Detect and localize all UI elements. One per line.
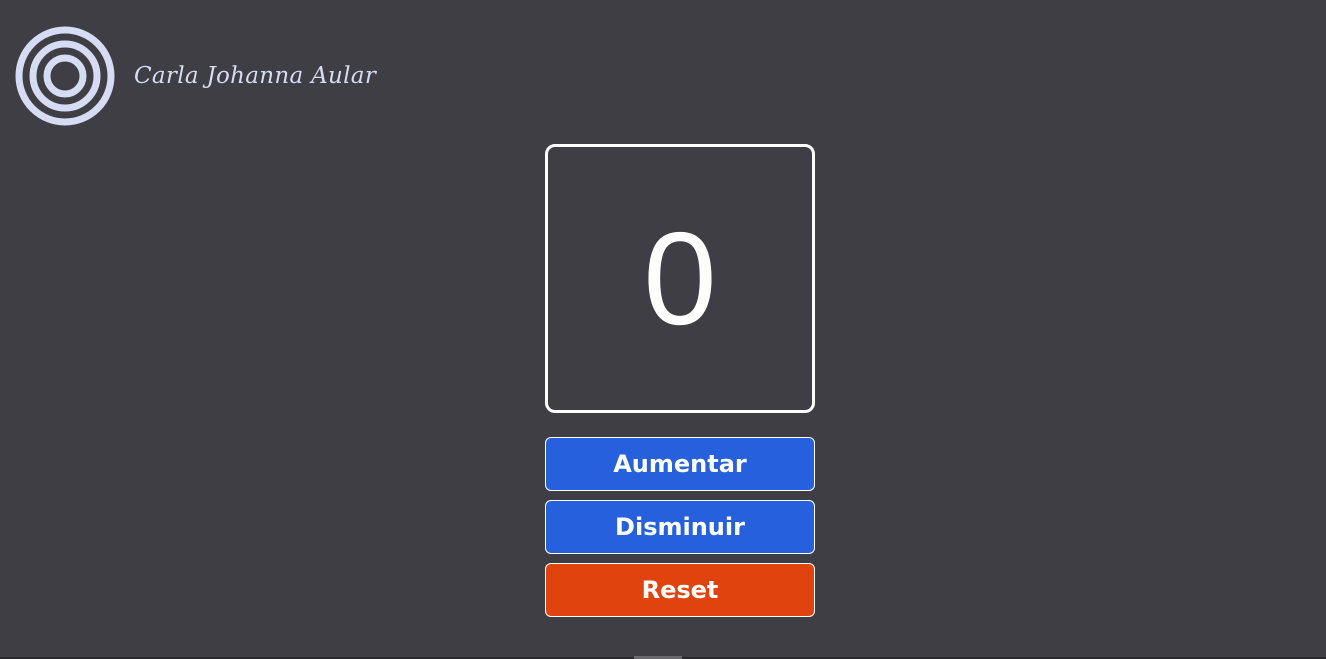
decrease-button[interactable]: Disminuir <box>545 500 815 554</box>
counter-display: 0 <box>545 144 815 413</box>
brand-name: Carla Johanna Aular <box>134 63 377 89</box>
counter-value: 0 <box>643 204 717 352</box>
increase-button[interactable]: Aumentar <box>545 437 815 491</box>
header: Carla Johanna Aular <box>15 26 376 126</box>
reset-button[interactable]: Reset <box>545 563 815 617</box>
concentric-circles-icon <box>15 26 115 126</box>
